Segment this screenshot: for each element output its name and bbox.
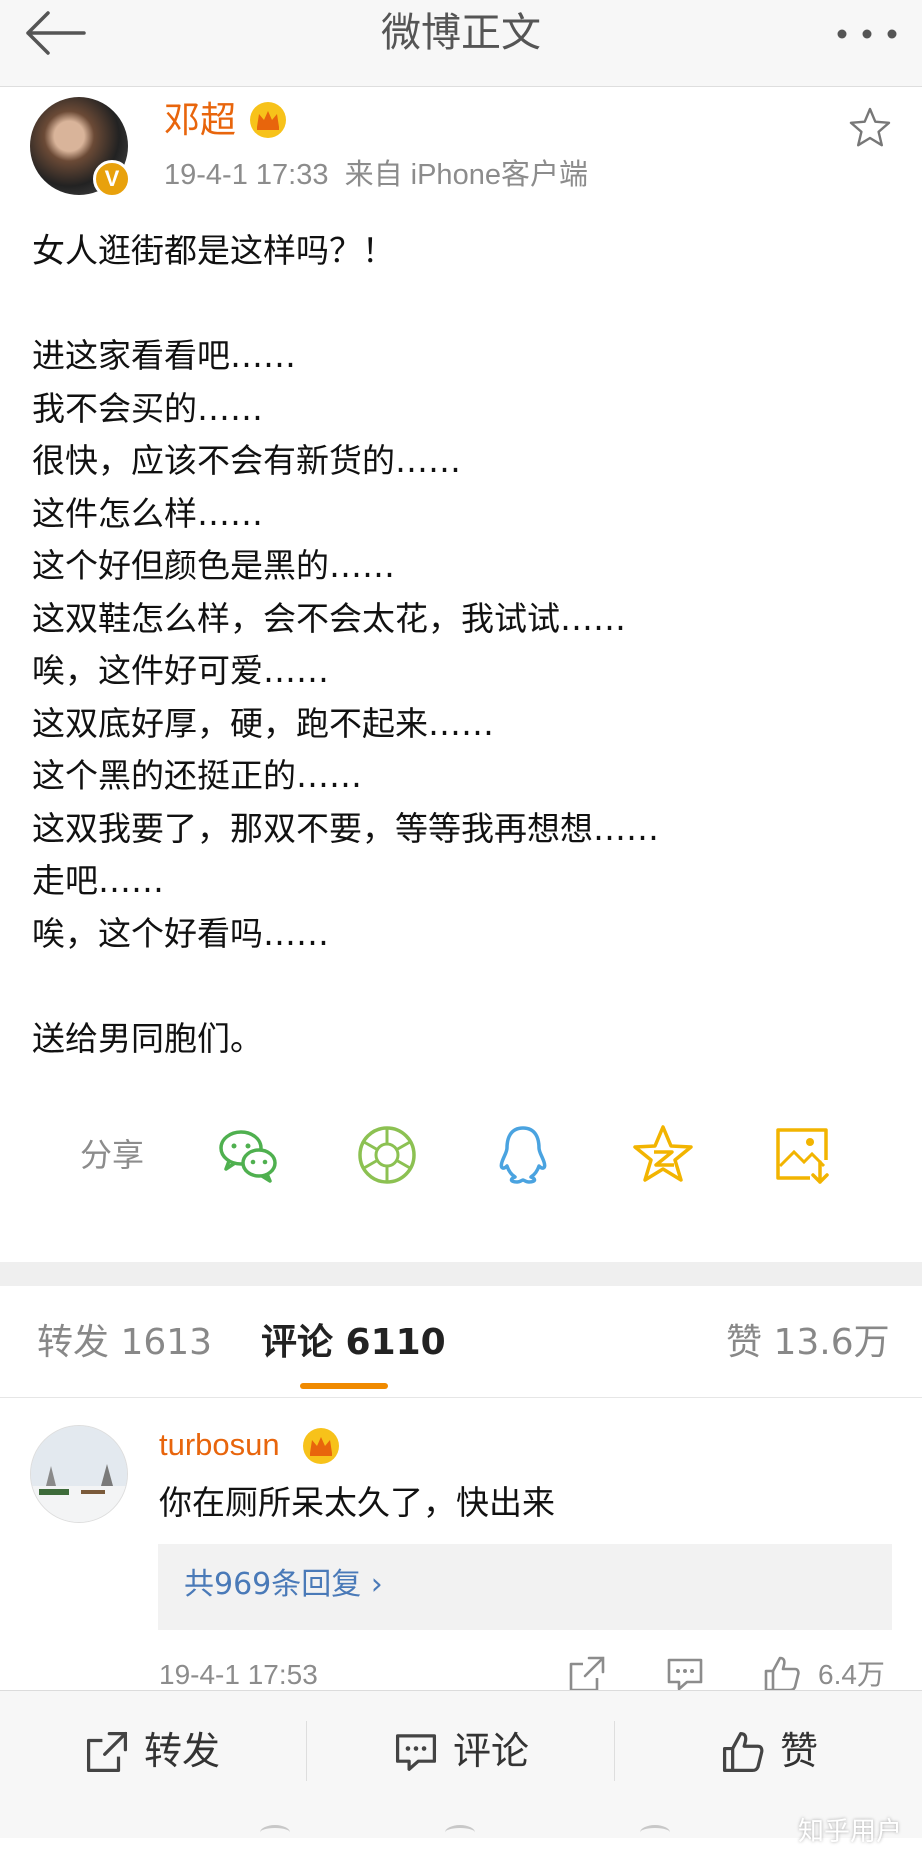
qzone-icon[interactable] xyxy=(630,1122,696,1188)
active-tab-indicator xyxy=(300,1383,388,1389)
qq-icon[interactable] xyxy=(490,1122,556,1188)
post-line xyxy=(32,278,892,331)
section-separator xyxy=(0,1262,922,1286)
divider xyxy=(614,1721,615,1781)
post-body: 女人逛街都是这样吗？！ 进这家看看吧…… 我不会买的…… 很快，应该不会有新货的… xyxy=(32,225,892,1065)
top-navigation-bar: 微博正文 xyxy=(0,0,922,87)
commenter-avatar[interactable] xyxy=(30,1425,128,1523)
post-line: 这个黑的还挺正的…… xyxy=(32,756,362,795)
post-meta: 19-4-1 17:33 来自 iPhone客户端 xyxy=(164,155,588,195)
commenter-name[interactable]: turbosun xyxy=(159,1424,280,1466)
post-line: 这双我要了，那双不要，等等我再想想…… xyxy=(32,808,659,848)
favorite-star-icon[interactable] xyxy=(848,106,892,150)
post-line: 这件怎么样…… xyxy=(32,493,263,533)
comment-icon xyxy=(395,1734,437,1771)
verified-badge-icon: V xyxy=(93,160,131,198)
vip-crown-icon xyxy=(250,102,286,138)
nav-hint xyxy=(640,1825,670,1840)
post-line: 很快，应该不会有新货的…… xyxy=(32,441,461,480)
save-image-icon[interactable] xyxy=(770,1122,836,1188)
comment-icon[interactable] xyxy=(665,1654,705,1694)
watermark: 知乎用户 xyxy=(797,1817,902,1847)
post-line: 送给男同胞们。 xyxy=(32,1018,263,1058)
repost-label: 转发 xyxy=(144,1729,221,1773)
vip-crown-icon xyxy=(303,1428,339,1464)
nav-hint xyxy=(445,1825,475,1840)
wechat-icon[interactable] xyxy=(215,1122,281,1188)
comment-text: 你在厕所呆太久了，快出来 xyxy=(159,1483,555,1522)
post-line: 唉，这个好看吗…… xyxy=(32,913,329,953)
repost-icon xyxy=(86,1731,128,1773)
post-line xyxy=(32,960,892,1013)
comment-like-count: 6.4万 xyxy=(818,1659,885,1690)
tab-repost[interactable]: 转发 1613 xyxy=(37,1320,212,1366)
post-time: 19-4-1 17:33 xyxy=(164,159,329,191)
bottom-action-bar: 转发 评论 赞 xyxy=(0,1690,922,1838)
post-line: 这双底好厚，硬，跑不起来…… xyxy=(32,703,494,743)
post-line: 我不会买的…… xyxy=(32,388,263,428)
comment-time: 19-4-1 17:53 xyxy=(159,1659,318,1690)
comment-label: 评论 xyxy=(453,1729,530,1773)
page-title: 微博正文 xyxy=(381,10,541,56)
repost-icon[interactable] xyxy=(567,1654,607,1694)
snow-scene-icon xyxy=(31,1426,127,1522)
replies-box[interactable]: 共969条回复 › xyxy=(158,1544,892,1630)
post-line: 唉，这件好可爱…… xyxy=(32,651,329,690)
moments-icon[interactable] xyxy=(354,1122,420,1188)
like-thumb-icon xyxy=(722,1731,764,1773)
divider xyxy=(306,1721,307,1781)
post-line: 这个好但颜色是黑的…… xyxy=(32,546,395,585)
like-thumb-icon[interactable] xyxy=(762,1654,802,1694)
tab-like[interactable]: 赞 13.6万 xyxy=(726,1320,890,1366)
post-line: 走吧…… xyxy=(32,861,164,900)
post-line: 女人逛街都是这样吗？！ xyxy=(32,231,395,270)
post-line: 进这家看看吧…… xyxy=(32,336,296,375)
nav-hint xyxy=(260,1825,290,1840)
like-label: 赞 xyxy=(780,1729,819,1773)
author-name[interactable]: 邓超 xyxy=(164,98,236,144)
post-source: 来自 iPhone客户端 xyxy=(344,159,588,191)
share-label: 分享 xyxy=(80,1136,145,1174)
tab-comment[interactable]: 评论 6110 xyxy=(261,1320,446,1366)
view-replies-link[interactable]: 共969条回复 › xyxy=(184,1563,383,1607)
post-line: 这双鞋怎么样，会不会太花，我试试…… xyxy=(32,598,626,638)
divider xyxy=(0,1397,922,1398)
more-options-icon[interactable] xyxy=(832,14,902,54)
